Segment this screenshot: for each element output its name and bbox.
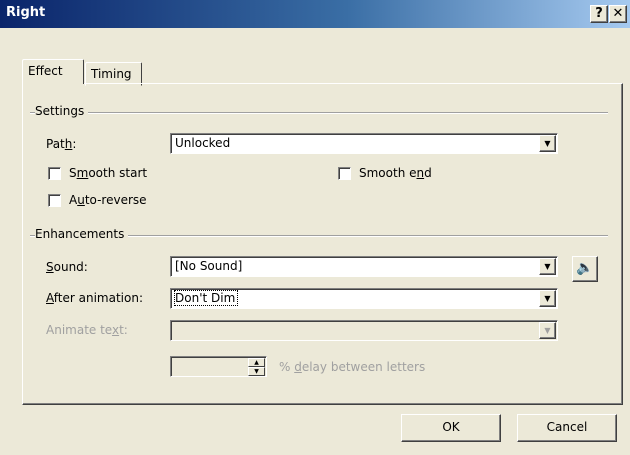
sound-label: Sound: (46, 260, 88, 274)
sound-value: [No Sound] (175, 259, 243, 273)
animate-text-label: Animate text: (46, 323, 128, 337)
dropdown-arrow-icon[interactable]: ▼ (539, 322, 556, 339)
cancel-button[interactable]: Cancel (517, 414, 617, 442)
window-title: Right (6, 5, 46, 20)
after-animation-value: Don't Dim (173, 290, 239, 306)
after-animation-label: After animation: (46, 291, 143, 305)
tab-effect[interactable]: Effect (22, 59, 84, 84)
path-label: Path: (46, 137, 77, 151)
smooth-start-label: Smooth start (69, 166, 148, 180)
help-button[interactable]: ? (590, 5, 608, 23)
speaker-icon[interactable]: 🔈 (572, 256, 598, 282)
ok-button[interactable]: OK (401, 414, 501, 442)
tab-panel (22, 83, 623, 405)
sound-dropdown[interactable]: [No Sound] ▼ (170, 256, 558, 277)
spin-up-icon[interactable]: ▲ (248, 358, 265, 367)
auto-reverse-label: Auto-reverse (69, 193, 147, 207)
smooth-start-checkbox[interactable] (48, 167, 61, 180)
title-bar: Right ? ✕ (0, 0, 630, 28)
path-value: Unlocked (175, 136, 231, 150)
close-button[interactable]: ✕ (609, 5, 627, 23)
delay-label: % delay between letters (279, 360, 426, 374)
after-animation-dropdown[interactable]: Don't Dim ▼ (170, 288, 558, 309)
spin-down-icon[interactable]: ▼ (248, 367, 265, 376)
enhancements-group-label: Enhancements (35, 227, 129, 241)
delay-spinner[interactable]: ▲ ▼ (170, 356, 267, 377)
animate-text-dropdown[interactable]: ▼ (170, 320, 558, 341)
auto-reverse-checkbox[interactable] (48, 194, 61, 207)
dropdown-arrow-icon[interactable]: ▼ (539, 290, 556, 307)
dropdown-arrow-icon[interactable]: ▼ (539, 258, 556, 275)
smooth-end-label: Smooth end (359, 166, 432, 180)
dropdown-arrow-icon[interactable]: ▼ (539, 135, 556, 152)
path-dropdown[interactable]: Unlocked ▼ (170, 133, 558, 154)
settings-group-label: Settings (35, 104, 89, 118)
smooth-end-checkbox[interactable] (338, 167, 351, 180)
settings-divider (30, 112, 608, 114)
